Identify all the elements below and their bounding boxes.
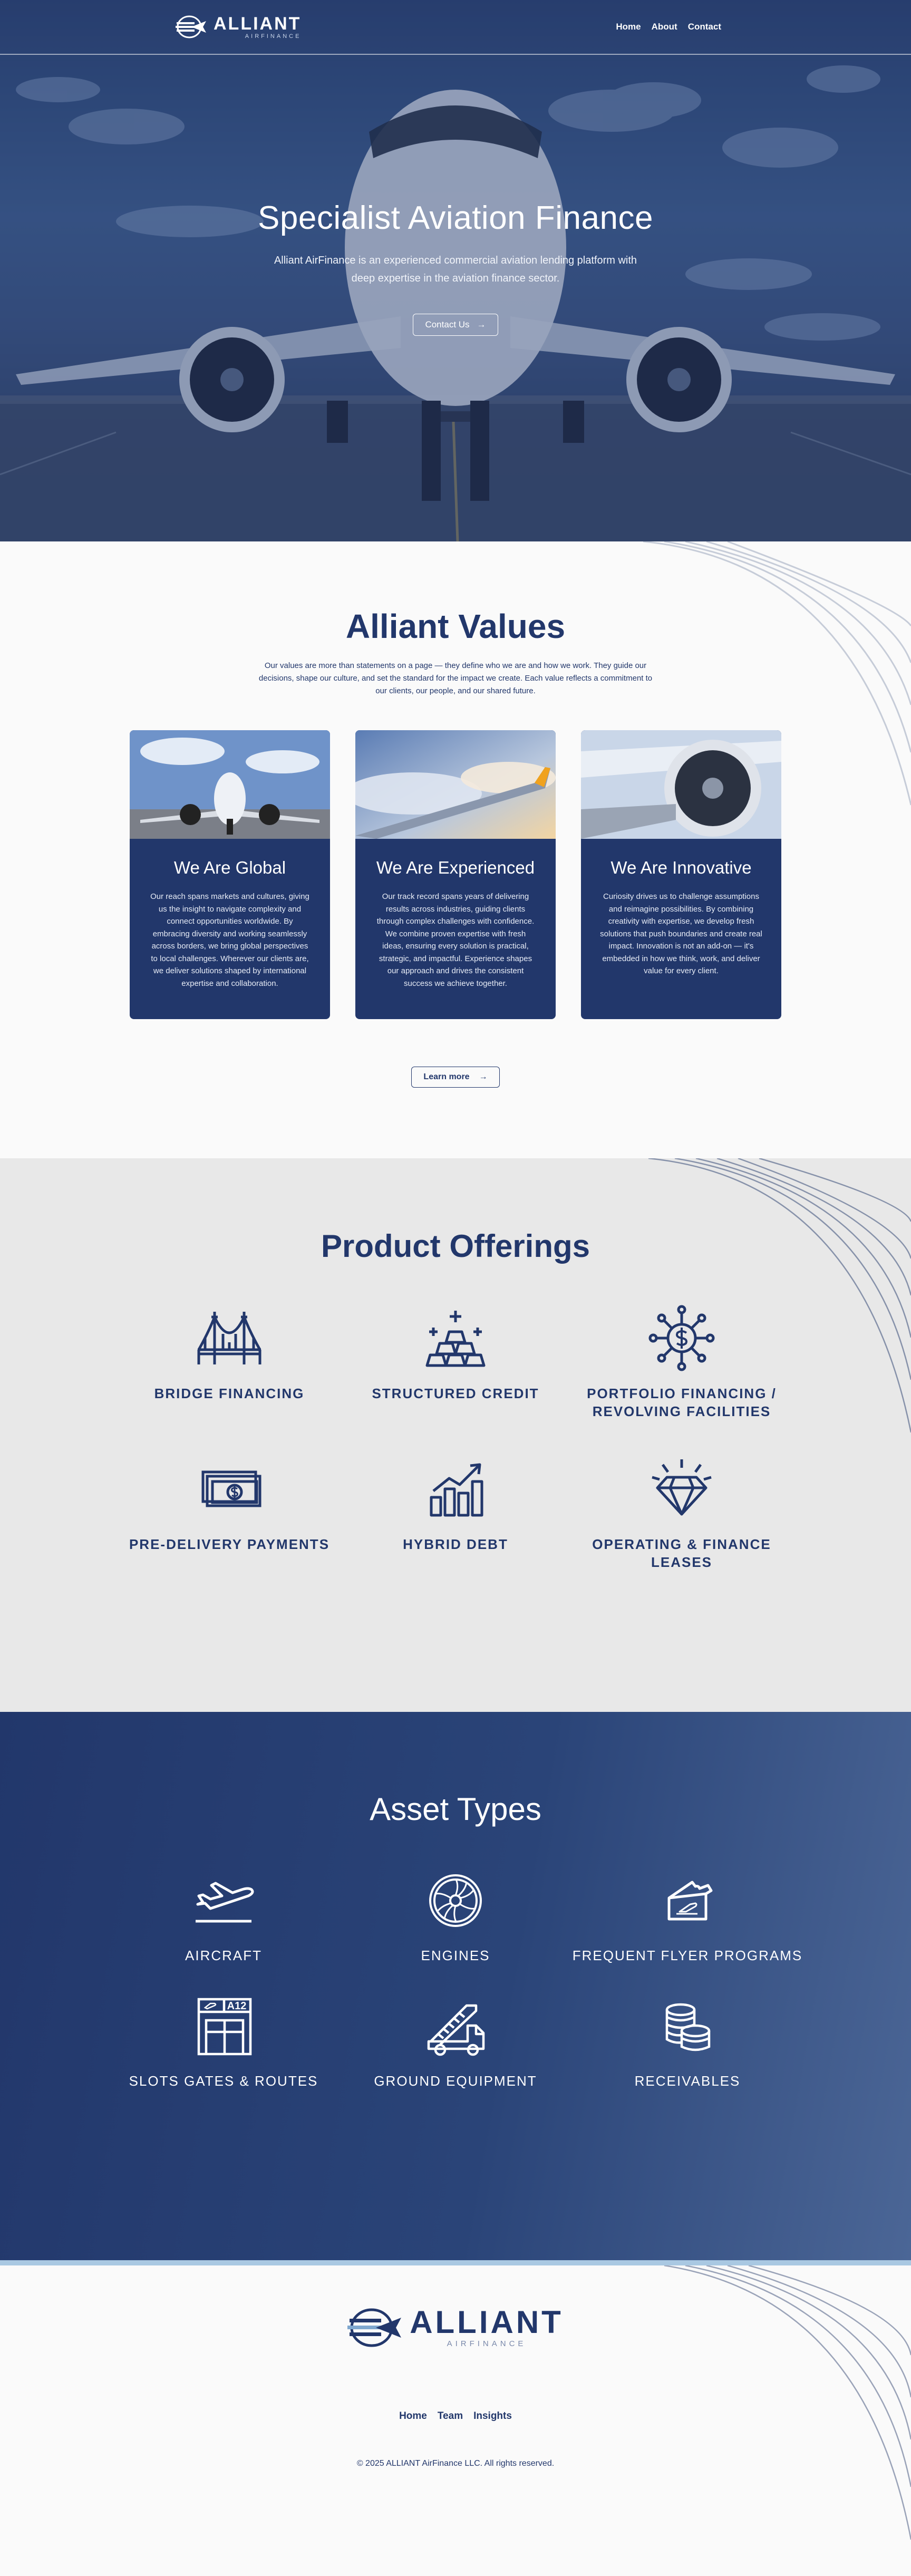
logo-mark-icon <box>176 15 206 38</box>
diamond-icon <box>652 1459 712 1516</box>
nav-links: Home About Contact <box>616 22 721 32</box>
product-pre-delivery-payments[interactable]: PRE-DELIVERY PAYMENTS <box>117 1452 343 1571</box>
engine-icon <box>429 1874 482 1927</box>
product-label: BRIDGE FINANCING <box>154 1386 305 1401</box>
footer-link-team[interactable]: Team <box>438 2410 463 2422</box>
value-card-global: We Are Global Our reach spans markets an… <box>130 730 330 1019</box>
asset-ground-equipment[interactable]: GROUND EQUIPMENT <box>340 1992 571 2090</box>
arrow-right-icon: → <box>477 319 486 330</box>
product-label: PRE-DELIVERY PAYMENTS <box>129 1536 330 1552</box>
hero-section: Specialist Aviation Finance Alliant AirF… <box>0 0 911 541</box>
value-card-title: We Are Global <box>173 858 286 877</box>
ticket-icon <box>667 1881 713 1921</box>
value-card-text: Curiosity drives us to challenge assumpt… <box>600 892 762 975</box>
cash-icon <box>201 1470 261 1507</box>
footer-logo[interactable]: ALLIANT AIRFINANCE <box>0 2265 911 2348</box>
nav-link-contact[interactable]: Contact <box>688 22 721 32</box>
assets-title: Asset Types <box>370 1791 541 1827</box>
asset-label: ENGINES <box>421 1948 490 1963</box>
global-plane-image <box>130 730 330 839</box>
assets-grid: AIRCRAFT ENGINES FREQUENT FLYER PROGRAMS… <box>0 1866 911 2090</box>
hero-content: Specialist Aviation Finance Alliant AirF… <box>0 199 911 336</box>
copyright-text: © 2025 ALLIANT AirFinance LLC. All right… <box>356 2459 555 2468</box>
dollar-network-icon <box>648 1305 715 1371</box>
footer-link-insights[interactable]: Insights <box>473 2410 512 2422</box>
contact-us-button[interactable]: Contact Us → <box>413 314 498 336</box>
site-logo[interactable]: ALLIANT AIRFINANCE <box>176 15 301 40</box>
arrow-right-icon: → <box>479 1072 488 1081</box>
contact-us-label: Contact Us <box>425 319 470 330</box>
product-hybrid-debt[interactable]: HYBRID DEBT <box>343 1452 569 1571</box>
product-operating-leases[interactable]: OPERATING & FINANCE LEASES <box>569 1452 795 1571</box>
gate-icon: A12 <box>197 1998 252 2056</box>
logo-name: ALLIANT <box>214 13 302 34</box>
products-section: Product Offerings BRIDGE FINANCING STRUC… <box>0 1158 911 1712</box>
footer-link-home[interactable]: Home <box>399 2410 427 2422</box>
logo-mark-icon <box>347 2308 402 2347</box>
asset-label: FREQUENT FLYER PROGRAMS <box>572 1948 803 1963</box>
products-grid: BRIDGE FINANCING STRUCTURED CREDIT PORTF… <box>0 1301 911 1571</box>
asset-slots-gates[interactable]: A12 SLOTS GATES & ROUTES <box>108 1992 340 2090</box>
asset-label: AIRCRAFT <box>185 1948 262 1963</box>
learn-more-label: Learn more <box>423 1072 470 1081</box>
top-navbar: ALLIANT AIRFINANCE Home About Contact <box>0 0 911 55</box>
hero-title: Specialist Aviation Finance <box>258 200 653 236</box>
plane-takeoff-icon <box>196 1882 254 1923</box>
hero-description: Alliant AirFinance is an experienced com… <box>274 255 637 284</box>
coins-icon <box>665 2003 711 2051</box>
asset-label: GROUND EQUIPMENT <box>374 2073 537 2089</box>
values-cards: We Are Global Our reach spans markets an… <box>0 730 911 1019</box>
product-structured-credit[interactable]: STRUCTURED CREDIT <box>343 1301 569 1420</box>
growth-chart-icon <box>430 1463 483 1517</box>
value-card-innovative: We Are Innovative Curiosity drives us to… <box>581 730 781 1019</box>
footer-links: Home Team Insights <box>0 2410 911 2422</box>
site-footer: ALLIANT AIRFINANCE Home Team Insights © … <box>0 2260 911 2576</box>
learn-more-button[interactable]: Learn more → <box>411 1067 500 1088</box>
asset-frequent-flyer[interactable]: FREQUENT FLYER PROGRAMS <box>571 1866 803 1964</box>
asset-receivables[interactable]: RECEIVABLES <box>571 1992 803 2090</box>
values-intro: Our values are more than statements on a… <box>258 661 653 695</box>
wing-sunset-image <box>355 730 556 839</box>
value-card-text: Our track record spans years of deliveri… <box>376 892 535 988</box>
product-label: STRUCTURED CREDIT <box>372 1386 539 1401</box>
stair-truck-icon <box>427 2004 485 2056</box>
products-title: Product Offerings <box>321 1228 590 1264</box>
asset-engines[interactable]: ENGINES <box>340 1866 571 1964</box>
asset-aircraft[interactable]: AIRCRAFT <box>108 1866 340 1964</box>
asset-label: SLOTS GATES & ROUTES <box>129 2073 318 2089</box>
nav-link-home[interactable]: Home <box>616 22 641 32</box>
assets-section: Asset Types AIRCRAFT ENGINES FREQUENT FL… <box>0 1712 911 2260</box>
value-card-title: We Are Innovative <box>610 858 752 877</box>
footer-logo-name: ALLIANT <box>410 2304 564 2340</box>
asset-label: RECEIVABLES <box>634 2073 741 2089</box>
values-section: Alliant Values Our values are more than … <box>0 541 911 1158</box>
engine-closeup-image <box>581 730 781 839</box>
logo-subtitle: AIRFINANCE <box>245 33 302 40</box>
values-title: Alliant Values <box>345 607 566 645</box>
product-label: PORTFOLIO FINANCING / REVOLVING FACILITI… <box>587 1386 777 1419</box>
bridge-icon <box>197 1312 261 1364</box>
nav-link-about[interactable]: About <box>652 22 677 32</box>
product-label: OPERATING & FINANCE LEASES <box>592 1536 771 1570</box>
value-card-experienced: We Are Experienced Our track record span… <box>355 730 556 1019</box>
value-card-text: Our reach spans markets and cultures, gi… <box>150 892 309 988</box>
value-card-title: We Are Experienced <box>376 858 535 877</box>
gate-sign-text: A12 <box>227 2000 247 2012</box>
footer-logo-subtitle: AIRFINANCE <box>447 2339 527 2348</box>
product-bridge-financing[interactable]: BRIDGE FINANCING <box>117 1301 343 1420</box>
product-portfolio-financing[interactable]: PORTFOLIO FINANCING / REVOLVING FACILITI… <box>569 1301 795 1420</box>
gold-bars-icon <box>425 1311 486 1367</box>
product-label: HYBRID DEBT <box>403 1536 508 1552</box>
